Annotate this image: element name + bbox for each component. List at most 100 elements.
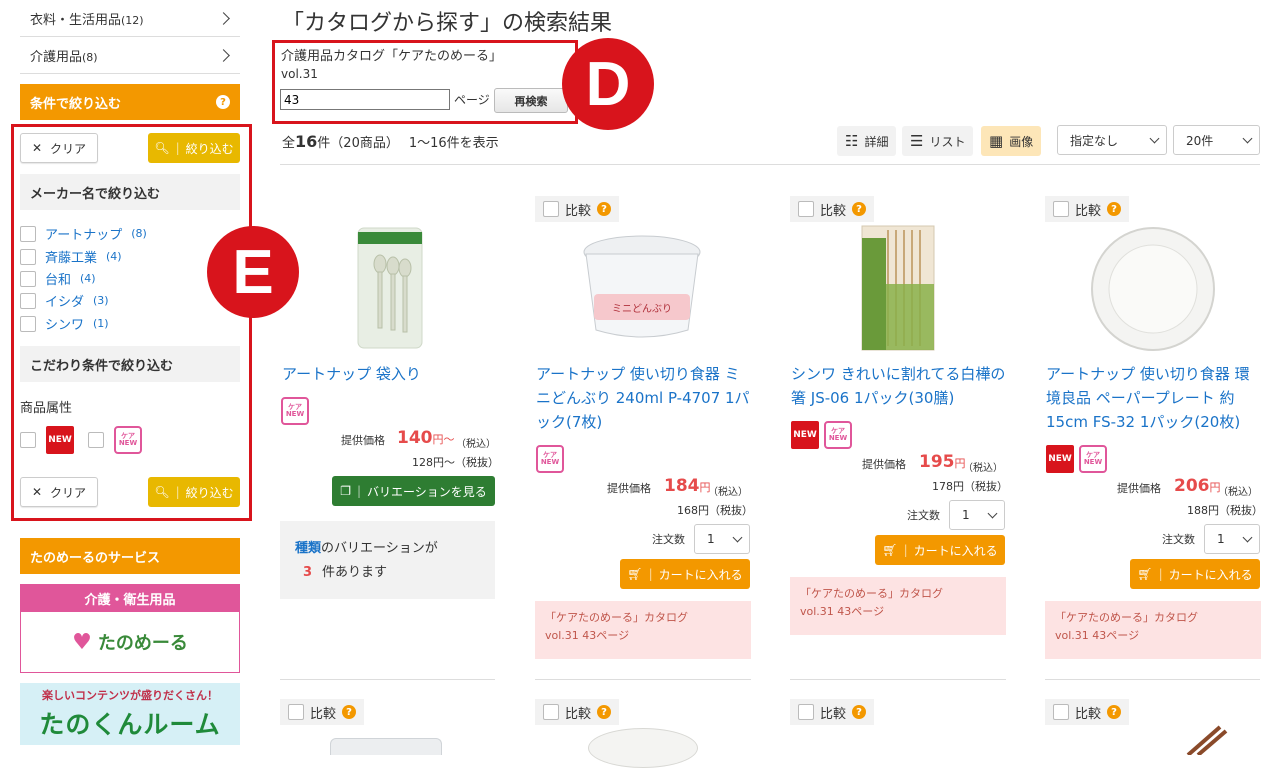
checkbox[interactable] bbox=[798, 704, 814, 720]
product-name-link[interactable]: アートナップ 袋入り bbox=[282, 362, 498, 386]
price-label: 提供価格 bbox=[341, 434, 385, 447]
close-icon: ✕ bbox=[31, 485, 43, 499]
checkbox[interactable] bbox=[1053, 704, 1069, 720]
care-banner[interactable]: 介護・衛生用品 ♥ たのめーる bbox=[20, 584, 240, 673]
clear-button-bottom[interactable]: ✕ クリア bbox=[20, 477, 98, 507]
price-label: 提供価格 bbox=[1117, 482, 1161, 495]
compare-checkbox[interactable]: 比較? bbox=[280, 699, 365, 725]
per-page-select[interactable]: 20件 bbox=[1173, 125, 1260, 155]
qty-select[interactable]: 1 bbox=[694, 524, 750, 554]
checkbox-care-new[interactable] bbox=[88, 432, 104, 448]
compare-checkbox[interactable]: 比較? bbox=[1045, 699, 1130, 725]
checkbox-new[interactable] bbox=[20, 432, 36, 448]
catalog-reference: 「ケアたのめーる」カタログ vol.31 43ページ bbox=[790, 577, 1006, 635]
chevron-right-icon bbox=[217, 48, 230, 62]
checkbox[interactable] bbox=[798, 201, 814, 217]
divider bbox=[790, 679, 1006, 680]
checkbox[interactable] bbox=[288, 704, 304, 720]
product-badges: NEW ケア NEW bbox=[1046, 445, 1107, 473]
qty-label: 注文数 bbox=[907, 509, 940, 522]
product-image[interactable] bbox=[1180, 725, 1230, 755]
add-to-cart-button[interactable]: 🛒︎ | カートに入れる bbox=[1130, 559, 1260, 589]
view-image-button[interactable]: ▦ 画像 bbox=[981, 126, 1042, 156]
help-icon[interactable]: ? bbox=[852, 202, 867, 216]
catalog-reference: 「ケアたのめーる」カタログ vol.31 43ページ bbox=[1045, 601, 1261, 659]
checkbox[interactable] bbox=[20, 315, 36, 332]
checkbox[interactable] bbox=[543, 704, 559, 720]
checkbox[interactable] bbox=[543, 201, 559, 217]
help-icon[interactable]: ? bbox=[852, 705, 867, 719]
care-new-badge-icon: ケア NEW bbox=[824, 421, 852, 449]
cart-icon: 🛒︎ bbox=[882, 543, 898, 557]
detail-list-icon: ☷ bbox=[845, 132, 859, 150]
compare-checkbox[interactable]: 比較? bbox=[535, 699, 620, 725]
product-badges: NEW ケア NEW bbox=[791, 421, 852, 449]
sidebar: 衣料・生活用品(12) 介護用品(8) bbox=[20, 0, 240, 74]
qty-select[interactable]: 1 bbox=[949, 500, 1005, 530]
product-image[interactable] bbox=[858, 224, 938, 352]
checkbox[interactable] bbox=[20, 270, 36, 287]
help-icon[interactable]: ? bbox=[597, 202, 612, 216]
divider bbox=[535, 679, 751, 680]
view-detail-button[interactable]: ☷ 詳細 bbox=[837, 126, 897, 156]
price: 206円 bbox=[1174, 476, 1221, 496]
help-icon[interactable]: ? bbox=[597, 705, 612, 719]
variation-button[interactable]: ❐ | バリエーションを見る bbox=[332, 476, 495, 506]
product-name-link[interactable]: シンワ きれいに割れてる白樺の箸 JS-06 1パック(30膳) bbox=[791, 362, 1007, 410]
result-count: 全 16 件（20商品） 1〜16件を表示 bbox=[282, 132, 499, 151]
care-new-badge-icon: ケア NEW bbox=[536, 445, 564, 473]
product-image[interactable]: ミニどんぶり bbox=[580, 230, 705, 345]
category-item-clothing[interactable]: 衣料・生活用品(12) bbox=[20, 0, 240, 37]
checkbox[interactable] bbox=[1053, 201, 1069, 217]
page-number-input[interactable] bbox=[280, 89, 450, 110]
grid-icon: ▦ bbox=[989, 132, 1004, 150]
add-to-cart-button[interactable]: 🛒︎ | カートに入れる bbox=[875, 535, 1005, 565]
attribute-options: NEW ケア NEW bbox=[20, 426, 142, 454]
checkbox[interactable] bbox=[20, 225, 36, 242]
care-new-badge-icon: ケア NEW bbox=[114, 426, 142, 454]
tanokun-banner[interactable]: 楽しいコンテンツが盛りだくさん！ たのくんルーム bbox=[20, 683, 240, 745]
bowl-pack-image: ミニどんぶり bbox=[583, 235, 701, 338]
sort-select[interactable]: 指定なし bbox=[1057, 125, 1167, 155]
maker-option[interactable]: アートナップ (8) bbox=[20, 224, 147, 243]
care-new-badge-icon: ケア NEW bbox=[281, 397, 309, 425]
help-icon[interactable]: ? bbox=[1107, 202, 1122, 216]
research-button[interactable]: 再検索 bbox=[494, 88, 568, 113]
product-image[interactable] bbox=[355, 226, 425, 350]
narrow-button-top[interactable]: 🔍︎ | 絞り込む bbox=[148, 133, 240, 163]
product-name-link[interactable]: アートナップ 使い切り食器 環境良品 ペーパープレート 約15cm FS-32 … bbox=[1046, 362, 1262, 434]
product-image[interactable] bbox=[330, 738, 442, 755]
catalog-vol: vol.31 bbox=[281, 67, 318, 81]
product-name-link[interactable]: アートナップ 使い切り食器 ミニどんぶり 240ml P-4707 1パック(7… bbox=[536, 362, 752, 434]
checkbox[interactable] bbox=[20, 248, 36, 265]
narrow-button-bottom[interactable]: 🔍︎ | 絞り込む bbox=[148, 477, 240, 507]
checkbox[interactable] bbox=[20, 292, 36, 309]
chevron-down-icon bbox=[1149, 133, 1160, 143]
help-icon[interactable]: ? bbox=[216, 95, 230, 109]
maker-filter-header: メーカー名で絞り込む bbox=[20, 174, 240, 210]
compare-checkbox[interactable]: 比較? bbox=[535, 196, 620, 222]
help-icon[interactable]: ? bbox=[1107, 705, 1122, 719]
search-icon: 🔍︎ bbox=[154, 485, 170, 499]
price: 140円〜 bbox=[397, 428, 455, 448]
view-list-button[interactable]: ☰ リスト bbox=[902, 126, 974, 156]
clear-button-top[interactable]: ✕ クリア bbox=[20, 133, 98, 163]
category-count: (12) bbox=[121, 13, 144, 27]
maker-option[interactable]: シンワ (1) bbox=[20, 314, 109, 333]
compare-checkbox[interactable]: 比較? bbox=[1045, 196, 1130, 222]
tax-label: （税込） bbox=[963, 463, 1003, 474]
category-item-care[interactable]: 介護用品(8) bbox=[20, 37, 240, 74]
compare-checkbox[interactable]: 比較? bbox=[790, 196, 875, 222]
qty-select[interactable]: 1 bbox=[1204, 524, 1260, 554]
help-icon[interactable]: ? bbox=[342, 705, 357, 719]
add-to-cart-button[interactable]: 🛒︎ | カートに入れる bbox=[620, 559, 750, 589]
compare-checkbox[interactable]: 比較? bbox=[790, 699, 875, 725]
qty-label: 注文数 bbox=[1162, 533, 1195, 546]
maker-option[interactable]: イシダ (3) bbox=[20, 291, 109, 310]
product-image[interactable] bbox=[588, 728, 698, 768]
tanomeru-logo: たのめーる bbox=[97, 633, 188, 654]
category-label: 介護用品 bbox=[30, 49, 83, 65]
maker-option[interactable]: 斉藤工業 (4) bbox=[20, 247, 122, 266]
maker-option[interactable]: 台和 (4) bbox=[20, 269, 96, 288]
product-image[interactable] bbox=[1088, 225, 1218, 353]
